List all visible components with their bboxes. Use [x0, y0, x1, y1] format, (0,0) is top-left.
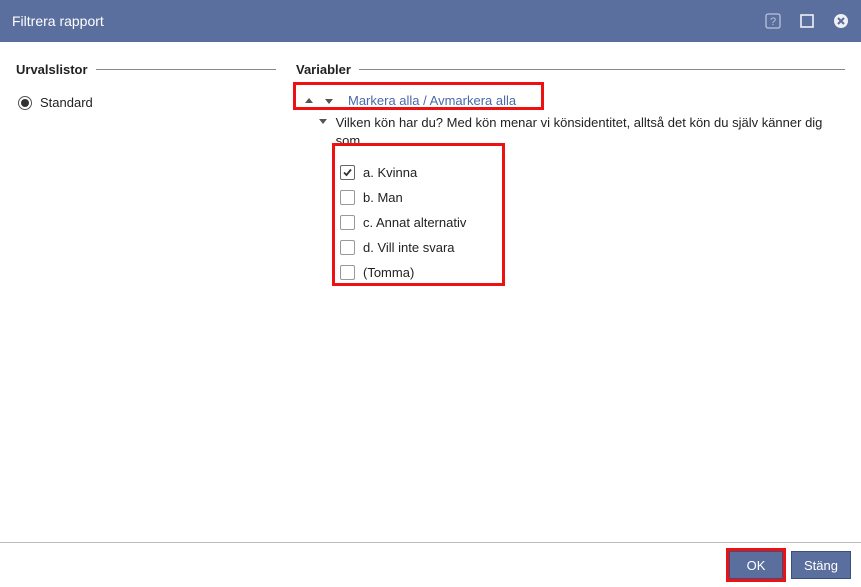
- option-label: a. Kvinna: [363, 165, 417, 180]
- maximize-icon[interactable]: [799, 13, 815, 29]
- option-row[interactable]: c. Annat alternativ: [332, 210, 845, 235]
- question-expand-row[interactable]: Vilken kön har du? Med kön menar vi köns…: [296, 112, 845, 150]
- radio-icon: [18, 96, 32, 110]
- ok-button[interactable]: OK: [729, 551, 783, 579]
- checkbox-icon: [340, 215, 355, 230]
- option-label: b. Man: [363, 190, 403, 205]
- chevron-down-icon[interactable]: [322, 94, 336, 108]
- variabler-legend: Variabler: [296, 62, 351, 77]
- radio-standard[interactable]: Standard: [16, 89, 276, 116]
- urvalslistor-legend: Urvalslistor: [16, 62, 88, 77]
- checkbox-icon: [340, 240, 355, 255]
- close-icon[interactable]: [833, 13, 849, 29]
- option-label: (Tomma): [363, 265, 414, 280]
- checkbox-icon: [340, 190, 355, 205]
- option-label: d. Vill inte svara: [363, 240, 455, 255]
- options-list: a. Kvinna b. Man c. Annat alternativ d. Vil…: [296, 150, 845, 289]
- dialog-title: Filtrera rapport: [12, 13, 765, 29]
- radio-label: Standard: [40, 95, 93, 110]
- checkbox-icon: [340, 265, 355, 280]
- option-row[interactable]: d. Vill inte svara: [332, 235, 845, 260]
- chevron-up-icon[interactable]: [302, 94, 316, 108]
- dialog-footer: OK Stäng: [0, 542, 861, 587]
- divider: [359, 69, 845, 70]
- help-icon[interactable]: ?: [765, 13, 781, 29]
- option-row[interactable]: (Tomma): [332, 260, 845, 285]
- chevron-down-icon: [316, 114, 330, 128]
- close-button[interactable]: Stäng: [791, 551, 851, 579]
- divider: [96, 69, 276, 70]
- option-row[interactable]: b. Man: [332, 185, 845, 210]
- option-label: c. Annat alternativ: [363, 215, 466, 230]
- option-row[interactable]: a. Kvinna: [332, 160, 845, 185]
- svg-text:?: ?: [770, 16, 776, 28]
- checkbox-icon: [340, 165, 355, 180]
- question-text: Vilken kön har du? Med kön menar vi köns…: [336, 114, 839, 150]
- select-all-link[interactable]: Markera alla / Avmarkera alla: [348, 93, 516, 108]
- dialog-titlebar: Filtrera rapport ?: [0, 0, 861, 42]
